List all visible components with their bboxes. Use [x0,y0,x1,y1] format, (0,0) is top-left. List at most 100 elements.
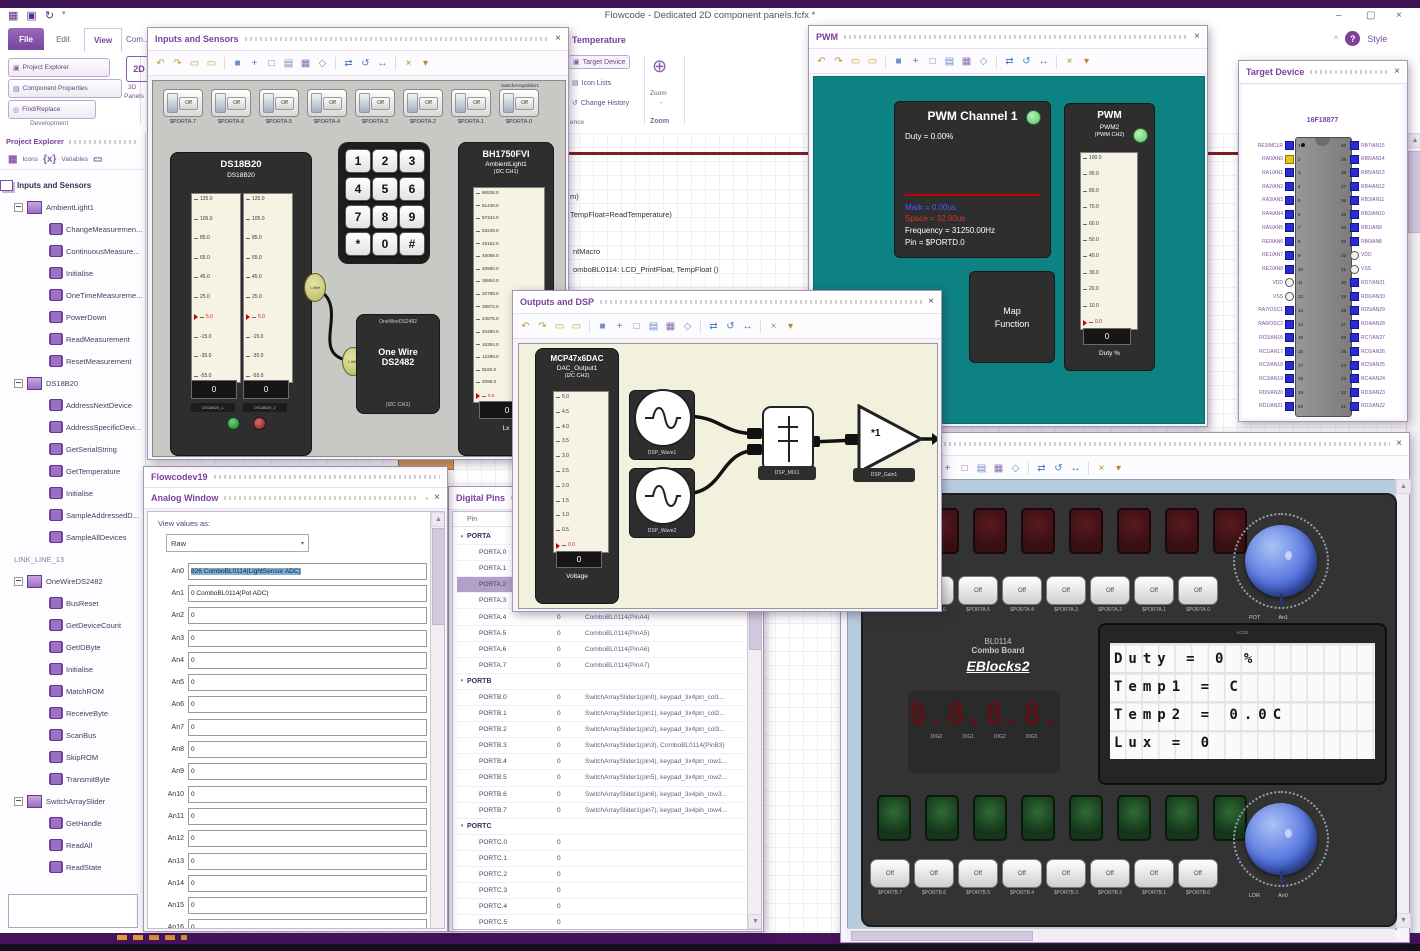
zoom-icon[interactable]: ⊕ [652,56,667,77]
digital-pin-row[interactable]: PORTB.4 0 SwitchArraySlider1(pin4), keyp… [457,754,745,771]
port-switch[interactable]: Off $PORTB.2 [1090,859,1130,896]
group-expand-icon[interactable]: ▾ [457,823,467,829]
input-switch[interactable]: Off $PORTA.1 [451,89,491,125]
port-switch[interactable]: Off $PORTA.3 [1046,576,1086,613]
input-switch[interactable]: Off $PORTA.2 [403,89,443,125]
tree-item[interactable]: AmbientLight1 [0,196,145,218]
keypad-key[interactable]: 7 [345,204,371,229]
switch-lever[interactable] [263,93,274,113]
map-function-block[interactable]: Map Function [969,271,1055,363]
input-switch[interactable]: Off $PORTA.7 [163,89,203,125]
panel-toolbar-icon[interactable]: ▤ [943,55,956,68]
minimize-icon[interactable]: ▫ [425,494,428,503]
expander-icon[interactable] [14,378,23,388]
keypad-key[interactable]: 5 [372,176,398,201]
panel-toolbar-icon[interactable]: ↶ [815,55,828,68]
panel-toolbar-icon[interactable]: ▭ [188,57,201,70]
close-icon[interactable]: × [1394,67,1400,77]
keypad-key[interactable]: 2 [372,149,398,173]
extra-view-icon[interactable]: ▭ [93,154,102,165]
panel-toolbar-icon[interactable]: ↺ [1020,55,1033,68]
scroll-down-icon[interactable]: ▼ [1396,913,1411,928]
analog-value-input[interactable]: 0 [188,830,427,848]
panel-toolbar-icon[interactable]: ▭ [553,320,566,333]
digital-pin-row[interactable]: PORTB.5 0 SwitchArraySlider1(pin5), keyp… [457,770,745,787]
panel-toolbar-icon[interactable]: □ [630,320,643,333]
port-switch[interactable]: Off $PORTA.5 [958,576,998,613]
tree-item[interactable]: MatchROM [0,680,145,702]
port-switch[interactable]: Off $PORTA.2 [1090,576,1130,613]
tree-item[interactable]: LINK_LINE_13 [0,548,145,570]
expander-icon[interactable] [14,202,23,212]
panel-toolbar-icon[interactable]: × [1063,55,1076,68]
group-expand-icon[interactable]: ▾ [457,678,467,684]
tree-item[interactable]: ChangeMeasuremen... [0,218,145,240]
tree-item[interactable]: SwitchArraySlider [0,790,145,812]
panel-toolbar-icon[interactable]: ▤ [282,57,295,70]
close-icon[interactable]: × [555,34,561,44]
panel-toolbar-icon[interactable]: × [767,320,780,333]
expander-icon[interactable] [14,796,23,806]
tab-view[interactable]: View [84,28,122,52]
port-switch[interactable]: Off $PORTA.4 [1002,576,1042,613]
switch-off-button[interactable]: Off [323,97,342,110]
panel-toolbar-icon[interactable]: ↔ [376,57,389,70]
view-change-history-toggle[interactable]: ↺ Change History [572,99,629,108]
tree-item[interactable]: AddressNextDevice [0,394,145,416]
keypad-key[interactable]: * [345,232,371,257]
port-switch[interactable]: Off $PORTB.4 [1002,859,1042,896]
panel-toolbar-icon[interactable]: + [248,57,261,70]
input-switch[interactable]: Off $PORTA.5 [259,89,299,125]
panel-toolbar-icon[interactable]: ↺ [1052,462,1065,475]
analog-value-input[interactable]: 0 [188,629,427,647]
scroll-down-icon[interactable]: ▼ [748,914,761,929]
panel-toolbar-icon[interactable]: ↔ [1069,462,1082,475]
board-vertical-scrollbar[interactable]: ▲ ▼ [1395,479,1411,928]
panel-toolbar-icon[interactable]: ↷ [171,57,184,70]
dsp-gain-block[interactable] [857,404,925,474]
analog-value-input[interactable]: 826 ComboBL0114(LightSensor ADC) [188,562,427,580]
off-button[interactable]: Off [1178,859,1218,888]
panel-toolbar-icon[interactable]: ▦ [664,320,677,333]
tree-item[interactable]: ReadMeasurement [0,328,145,350]
panel-toolbar-icon[interactable]: ↔ [1037,55,1050,68]
panel-toolbar-icon[interactable]: ▾ [1112,462,1125,475]
switch-lever[interactable] [407,93,418,113]
switch-off-button[interactable]: Off [275,97,294,110]
port-switch[interactable]: Off $PORTA.0 [1178,576,1218,613]
panel-toolbar-icon[interactable]: ▭ [866,55,879,68]
tree-item[interactable]: DS18B20 [0,372,145,394]
analog-value-input[interactable]: 0 [188,807,427,825]
off-button[interactable]: Off [958,576,998,605]
input-switch[interactable]: Off $PORTA.6 [211,89,251,125]
panel-toolbar-icon[interactable]: ■ [596,320,609,333]
off-button[interactable]: Off [1090,576,1130,605]
panel-toolbar-icon[interactable]: ◇ [977,55,990,68]
tree-item[interactable]: ResetMeasurement [0,350,145,372]
help-icon[interactable]: ? [1345,31,1361,46]
off-button[interactable]: Off [1046,859,1086,888]
tree-item[interactable]: OneWireDS2482 [0,570,145,592]
input-switch[interactable]: Off $PORTA.3 [355,89,395,125]
digital-pin-row[interactable]: PORTB.2 0 SwitchArraySlider1(pin2), keyp… [457,722,745,739]
port-switch[interactable]: Off $PORTB.5 [958,859,998,896]
input-switch[interactable]: Off $PORTA.0 [499,89,539,125]
knob-ball[interactable] [1245,803,1317,875]
tree-item[interactable]: GetDeviceCount [0,614,145,636]
analog-value-input[interactable]: 0 [188,763,427,781]
panel-toolbar-icon[interactable]: ⇄ [342,57,355,70]
keypad-key[interactable]: # [399,232,425,257]
project-explorer-button[interactable]: ▣ Project Explorer [8,58,110,77]
digital-pin-row[interactable]: PORTB.6 0 SwitchArraySlider1(pin6), keyp… [457,787,745,803]
dsp-mixer-block[interactable] [762,406,814,472]
ribbon-collapse-icon[interactable]: ^ [1334,34,1338,44]
panel-toolbar-icon[interactable]: ◇ [316,57,329,70]
panel-toolbar-icon[interactable]: ↷ [832,55,845,68]
switch-lever[interactable] [503,93,514,113]
port-switch[interactable]: Off $PORTB.7 [870,859,910,896]
panel-toolbar-icon[interactable]: ▭ [205,57,218,70]
panel-toolbar-icon[interactable]: ■ [892,55,905,68]
variables-icon[interactable]: {x} [43,154,56,165]
component-properties-button[interactable]: ▤ Component Properties [8,79,122,98]
analog-value-input[interactable]: 0 [188,741,427,759]
